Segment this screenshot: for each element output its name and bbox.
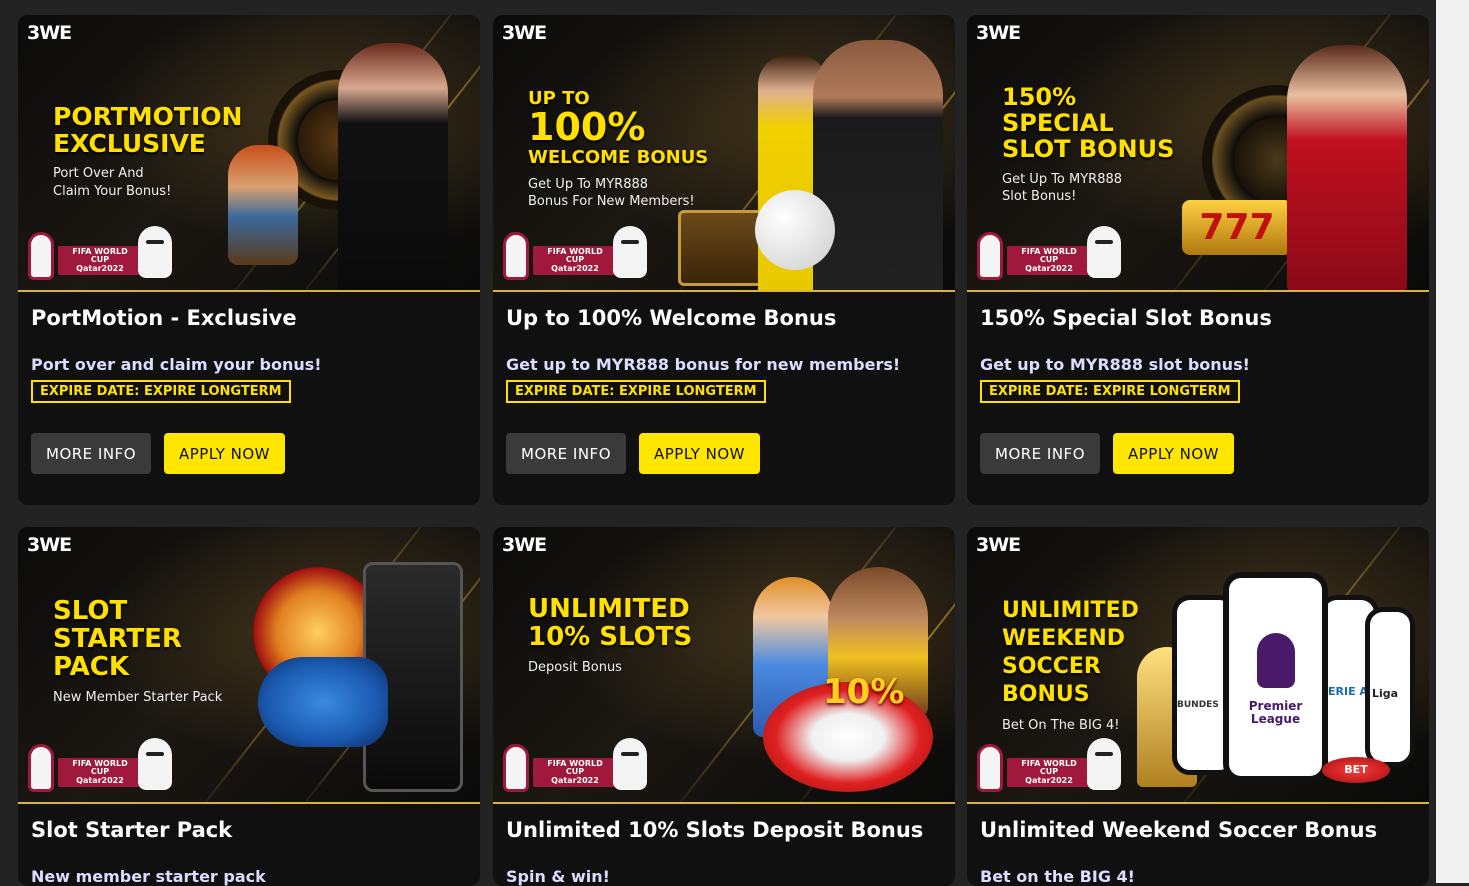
expire-date-badge: EXPIRE DATE: EXPIRE LONGTERM — [980, 380, 1240, 403]
promo-banner[interactable]: 3WE UNLIMITED 10% SLOTS Deposit Bonus 10… — [493, 527, 955, 804]
banner-headline: SLOT STARTER PACK — [53, 596, 182, 683]
apply-now-button[interactable]: APPLY NOW — [164, 433, 286, 474]
brand-logo: 3WE — [976, 22, 1021, 44]
banner-subtext: Get Up To MYR888 Slot Bonus! — [1002, 171, 1123, 205]
bet-button-image: BET — [1322, 757, 1390, 783]
fifa-world-cup-badge: FIFA WORLD CUP Qatar2022 — [503, 226, 653, 282]
promo-title: Unlimited Weekend Soccer Bonus — [980, 818, 1378, 842]
banner-subtext: Port Over And Claim Your Bonus! — [53, 166, 172, 199]
phone-premier-league-image: Premier League — [1223, 572, 1328, 782]
brand-logo: 3WE — [502, 22, 547, 44]
promo-card-weekend-soccer: 3WE UNLIMITED WEEKEND SOCCER BONUS Bet O… — [967, 527, 1429, 886]
banner-subtext: Deposit Bonus — [528, 660, 622, 676]
banner-subtext: Get Up To MYR888 Bonus For New Members! — [528, 176, 695, 210]
promo-description: Bet on the BIG 4! — [980, 867, 1135, 886]
shark-character-image — [258, 657, 388, 747]
banner-headline: 150% SPECIAL SLOT BONUS — [1002, 83, 1175, 163]
fifa-world-cup-badge: FIFA WORLD CUP Qatar2022 — [503, 738, 653, 794]
fifa-world-cup-badge: FIFA WORLD CUP Qatar2022 — [977, 738, 1127, 794]
promo-description: Get up to MYR888 bonus for new members! — [506, 355, 901, 374]
model-woman-image — [338, 43, 448, 290]
banner-headline: PORTMOTION EXCLUSIVE — [53, 102, 243, 158]
banner-headline-suffix: WELCOME BONUS — [528, 147, 709, 169]
promo-title: PortMotion - Exclusive — [31, 306, 297, 330]
promo-description: New member starter pack — [31, 867, 266, 886]
slot-777-image: 777 — [1182, 200, 1292, 255]
banner-headline: UNLIMITED WEEKEND SOCCER BONUS — [1002, 598, 1139, 707]
promo-banner[interactable]: 3WE UP TO 100% WELCOME BONUS Get Up To M… — [493, 15, 955, 292]
expire-date-badge: EXPIRE DATE: EXPIRE LONGTERM — [31, 380, 291, 403]
more-info-button[interactable]: MORE INFO — [506, 433, 626, 474]
model-man-image — [813, 40, 943, 290]
brand-logo: 3WE — [502, 534, 547, 556]
dealer-character-image — [1287, 45, 1407, 290]
promo-card-slot-starter: 3WE SLOT STARTER PACK New Member Starter… — [18, 527, 480, 886]
more-info-button[interactable]: MORE INFO — [980, 433, 1100, 474]
expire-date-badge: EXPIRE DATE: EXPIRE LONGTERM — [506, 380, 766, 403]
promo-title: Slot Starter Pack — [31, 818, 233, 842]
fifa-world-cup-badge: FIFA WORLD CUP Qatar2022 — [977, 226, 1127, 282]
promo-description: Port over and claim your bonus! — [31, 355, 322, 374]
banner-headline: UNLIMITED 10% SLOTS — [528, 594, 693, 653]
promo-banner[interactable]: 3WE PORTMOTION EXCLUSIVE Port Over And C… — [18, 15, 480, 292]
fifa-world-cup-badge: FIFA WORLD CUP Qatar2022 — [28, 738, 178, 794]
more-info-button[interactable]: MORE INFO — [31, 433, 151, 474]
banner-subtext: New Member Starter Pack — [53, 690, 223, 706]
soccer-ball-image — [755, 190, 835, 270]
fifa-world-cup-badge: FIFA WORLD CUP Qatar2022 — [28, 226, 178, 282]
brand-logo: 3WE — [27, 534, 72, 556]
page-scrollbar[interactable] — [1436, 0, 1469, 883]
apply-now-button[interactable]: APPLY NOW — [639, 433, 761, 474]
banner-subtext: Bet On The BIG 4! — [1002, 717, 1120, 733]
promo-description: Get up to MYR888 slot bonus! — [980, 355, 1250, 374]
brand-logo: 3WE — [976, 534, 1021, 556]
promo-description: Spin & win! — [506, 867, 610, 886]
promo-card-special-slot: 3WE 150% SPECIAL SLOT BONUS Get Up To MY… — [967, 15, 1429, 505]
promo-title: 150% Special Slot Bonus — [980, 306, 1272, 330]
banner-headline: 100% — [528, 105, 646, 150]
ten-percent-badge: 10% — [823, 672, 905, 712]
phone-laliga-image: Liga — [1365, 607, 1415, 767]
promo-card-unlimited-slots: 3WE UNLIMITED 10% SLOTS Deposit Bonus 10… — [493, 527, 955, 886]
promo-banner[interactable]: 3WE UNLIMITED WEEKEND SOCCER BONUS Bet O… — [967, 527, 1429, 804]
dwarf-character-image — [228, 145, 298, 265]
promo-card-welcome-bonus: 3WE UP TO 100% WELCOME BONUS Get Up To M… — [493, 15, 955, 505]
apply-now-button[interactable]: APPLY NOW — [1113, 433, 1235, 474]
promo-title: Up to 100% Welcome Bonus — [506, 306, 837, 330]
promo-banner[interactable]: 3WE SLOT STARTER PACK New Member Starter… — [18, 527, 480, 804]
promo-card-portmotion: 3WE PORTMOTION EXCLUSIVE Port Over And C… — [18, 15, 480, 505]
brand-logo: 3WE — [27, 22, 72, 44]
promo-title: Unlimited 10% Slots Deposit Bonus — [506, 818, 924, 842]
promo-banner[interactable]: 3WE 150% SPECIAL SLOT BONUS Get Up To MY… — [967, 15, 1429, 292]
